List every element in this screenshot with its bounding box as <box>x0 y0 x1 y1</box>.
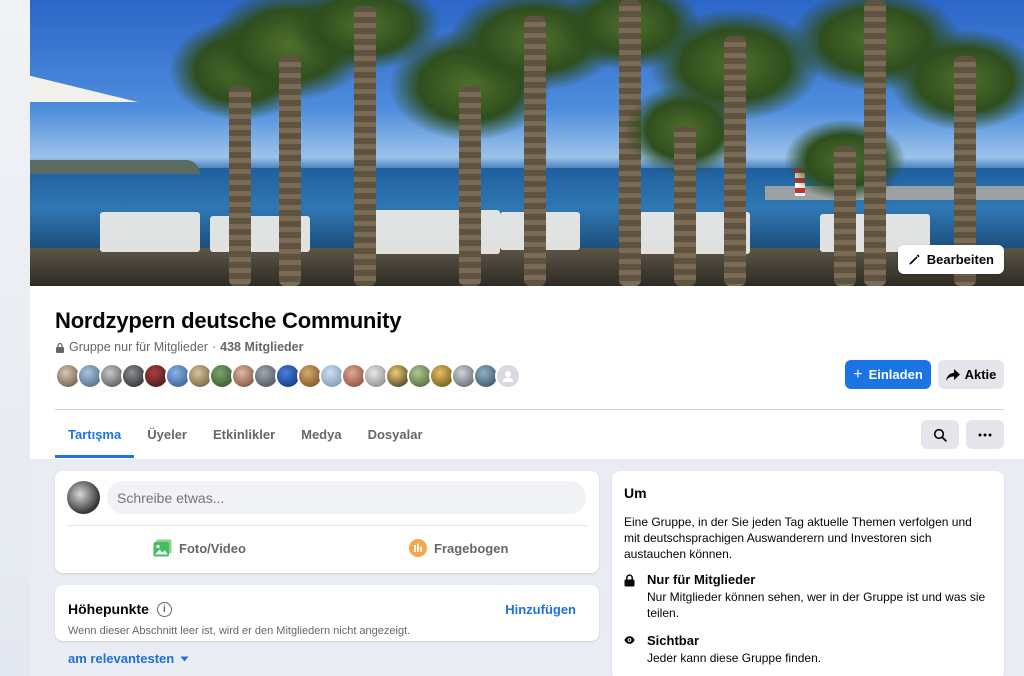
post-composer: Foto/Video Fragebogen <box>55 471 599 573</box>
poll-icon <box>409 539 427 557</box>
more-options-button[interactable] <box>966 420 1004 449</box>
poll-label: Fragebogen <box>434 540 509 556</box>
caret-down-icon <box>180 656 189 661</box>
share-label: Aktie <box>964 367 997 382</box>
visibility-row: Sichtbar Jeder kann diese Gruppe finden. <box>624 633 987 666</box>
photo-video-button[interactable]: Foto/Video <box>153 533 246 563</box>
group-privacy: Gruppe nur für Mitglieder <box>69 340 208 354</box>
privacy-description: Nur Mitglieder können sehen, wer in der … <box>647 590 986 620</box>
cover-cabana <box>100 212 200 252</box>
member-avatar-placeholder[interactable] <box>495 363 521 389</box>
photo-icon <box>153 539 172 557</box>
tab-events[interactable]: Etkinlikler <box>200 410 288 458</box>
cover-coast <box>30 160 200 174</box>
about-description: Eine Gruppe, in der Sie jeden Tag aktuel… <box>624 515 972 561</box>
privacy-title: Nur für Mitglieder <box>647 572 756 587</box>
group-members-count[interactable]: 438 Mitglieder <box>220 340 303 354</box>
tab-media[interactable]: Medya <box>288 410 354 458</box>
visibility-description: Jeder kann diese Gruppe finden. <box>647 651 822 665</box>
privacy-row: Nur für Mitglieder Nur Mitglieder können… <box>624 572 987 621</box>
group-title: Nordzypern deutsche Community <box>55 308 402 333</box>
highlights-card: Höhepunkte i Hinzufügen Wenn dieser Absc… <box>55 585 599 641</box>
more-icon <box>978 433 992 436</box>
person-icon <box>502 371 514 382</box>
lock-icon <box>56 342 64 353</box>
user-avatar[interactable] <box>67 481 100 514</box>
about-title: Um <box>624 485 647 501</box>
poll-button[interactable]: Fragebogen <box>409 533 508 563</box>
plus-icon: + <box>853 365 863 383</box>
group-meta: Gruppe nur für Mitglieder · 438 Mitglied… <box>55 340 304 354</box>
share-icon <box>945 368 960 381</box>
visibility-title: Sichtbar <box>647 633 700 648</box>
composer-divider <box>67 525 587 526</box>
invite-label: Einladen <box>868 367 923 382</box>
cover-palm <box>650 0 820 286</box>
invite-button[interactable]: + Einladen <box>845 360 931 389</box>
meta-separator: · <box>211 340 217 354</box>
group-tabs: Tartışma Üyeler Etkinlikler Medya Dosyal… <box>55 410 436 458</box>
edit-cover-label: Bearbeiten <box>926 252 994 267</box>
tab-files[interactable]: Dosyalar <box>355 410 436 458</box>
tab-discussion[interactable]: Tartışma <box>55 410 135 458</box>
cover-photo: Bearbeiten <box>30 0 1024 286</box>
edit-cover-button[interactable]: Bearbeiten <box>897 245 1004 274</box>
cover-palm <box>890 0 1024 286</box>
search-icon <box>933 428 947 442</box>
highlights-description: Wenn dieser Abschnitt leer ist, wird er … <box>68 625 411 637</box>
post-input[interactable] <box>107 481 586 514</box>
about-card: Um Eine Gruppe, in der Sie jeden Tag akt… <box>612 471 1004 676</box>
highlights-title: Höhepunkte <box>68 601 149 617</box>
feed-sort-label: am relevantesten <box>68 651 175 666</box>
eye-icon <box>624 636 635 644</box>
tab-members[interactable]: Üyeler <box>134 410 200 458</box>
member-avatars[interactable] <box>55 363 521 389</box>
info-icon[interactable]: i <box>156 601 172 617</box>
photo-video-label: Foto/Video <box>179 540 246 556</box>
lock-icon <box>624 574 635 587</box>
search-button[interactable] <box>921 420 959 449</box>
cover-palm <box>790 0 960 286</box>
cover-palm <box>290 0 440 286</box>
highlights-add-link[interactable]: Hinzufügen <box>505 602 576 617</box>
pencil-icon <box>909 254 920 265</box>
left-edge-strip <box>0 0 30 676</box>
share-button[interactable]: Aktie <box>938 360 1004 389</box>
cover-umbrella <box>30 74 138 102</box>
highlights-heading: Höhepunkte i <box>68 601 172 617</box>
feed-sort-dropdown[interactable]: am relevantesten <box>68 651 189 666</box>
